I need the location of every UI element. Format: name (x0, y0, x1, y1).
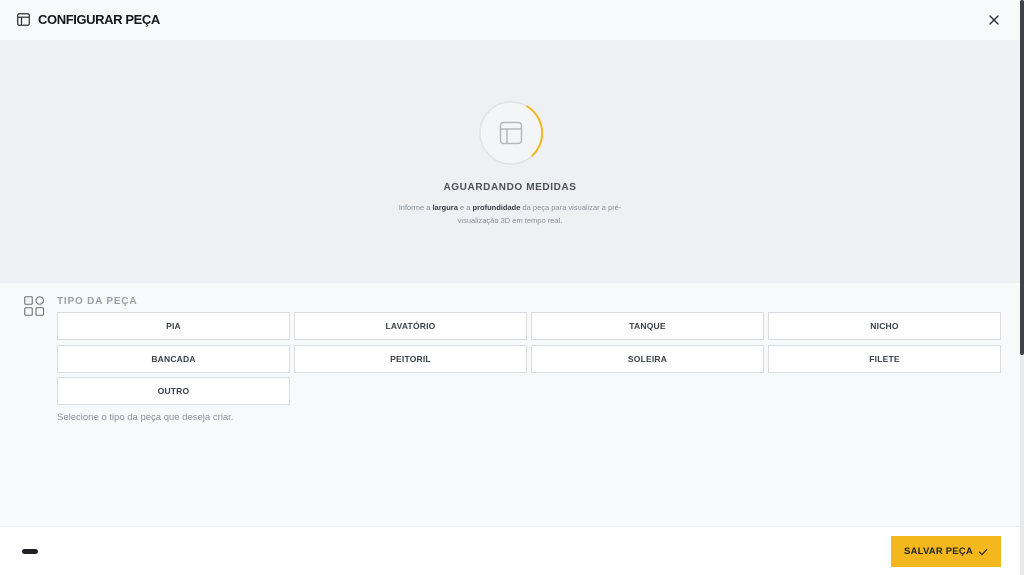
preview-description: Informe a largura e a profundidade da pe… (390, 201, 630, 227)
option-nicho[interactable]: NICHO (768, 312, 1001, 340)
option-filete[interactable]: FILETE (768, 345, 1001, 373)
preview-status: AGUARDANDO MEDIDAS (443, 182, 577, 193)
close-icon[interactable] (986, 12, 1002, 28)
option-outro[interactable]: OUTRO (57, 377, 290, 405)
piece-type-title: TIPO DA PEÇA (57, 296, 138, 307)
dialog-footer: SALVAR PEÇA (0, 526, 1020, 575)
piece-type-hint: Selecione o tipo da peça que deseja cria… (57, 412, 234, 423)
dialog-header: CONFIGURAR PEÇA (0, 0, 1020, 40)
configure-piece-dialog: CONFIGURAR PEÇA AGUARDANDO MEDIDAS Infor… (0, 0, 1024, 575)
desc-text: Informe a (398, 203, 433, 212)
layout-icon (17, 13, 30, 26)
desc-text: e a (457, 203, 473, 212)
scrollbar-thumb[interactable] (1020, 0, 1024, 355)
dialog-title: CONFIGURAR PEÇA (38, 12, 160, 27)
scrollbar[interactable] (1020, 0, 1024, 575)
minimize-handle[interactable] (22, 549, 38, 554)
option-soleira[interactable]: SOLEIRA (531, 345, 764, 373)
loading-spinner (479, 101, 544, 165)
option-peitoril[interactable]: PEITORIL (294, 345, 527, 373)
save-piece-button[interactable]: SALVAR PEÇA (891, 536, 1001, 567)
option-pia[interactable]: PIA (57, 312, 290, 340)
desc-bold-depth: profundidade (472, 203, 521, 212)
desc-bold-width: largura (432, 203, 458, 212)
preview-area: AGUARDANDO MEDIDAS Informe a largura e a… (0, 40, 1020, 283)
option-lavatorio[interactable]: LAVATÓRIO (294, 312, 527, 340)
save-label: SALVAR PEÇA (904, 546, 973, 557)
option-bancada[interactable]: BANCADA (57, 345, 290, 373)
grid-icon (24, 296, 44, 316)
check-icon (978, 548, 988, 555)
option-tanque[interactable]: TANQUE (531, 312, 764, 340)
